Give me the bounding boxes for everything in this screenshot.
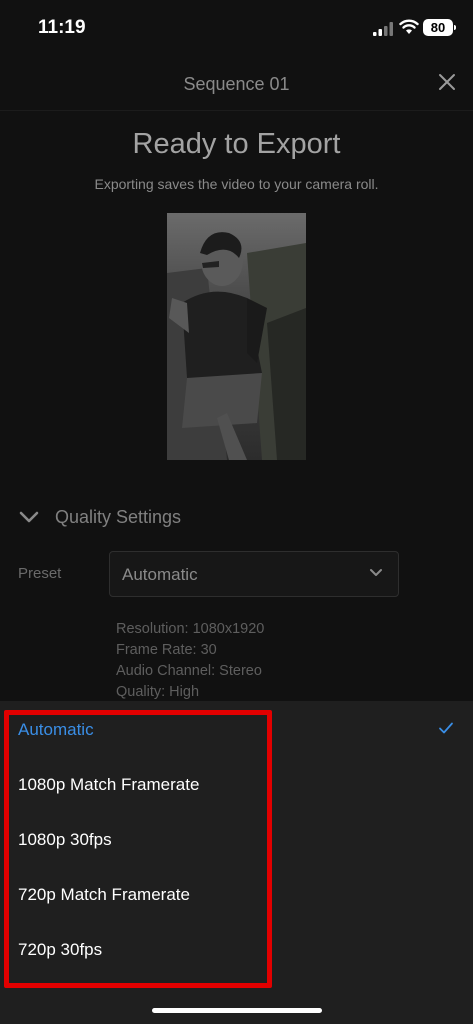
preset-dropdown[interactable]: Automatic — [109, 551, 399, 597]
video-thumbnail — [167, 213, 306, 460]
sequence-title: Sequence 01 — [183, 74, 290, 94]
export-heading: Ready to Export — [132, 128, 341, 160]
info-quality: Quality: High — [116, 684, 200, 700]
info-frame-rate: Frame Rate: 30 — [116, 642, 217, 658]
battery-icon: 80 — [423, 19, 456, 36]
quality-settings-label: Quality Settings — [55, 507, 182, 527]
export-subheading: Exporting saves the video to your camera… — [94, 176, 379, 192]
preset-label: Preset — [18, 565, 62, 582]
status-time: 11:19 — [38, 17, 86, 38]
chevron-down-icon — [19, 511, 39, 523]
status-bar: 11:19 80 — [0, 0, 473, 56]
title-bar: Sequence 01 — [0, 58, 473, 111]
cellular-signal-icon — [373, 22, 393, 36]
chevron-down-icon — [370, 569, 382, 576]
battery-level: 80 — [430, 20, 446, 35]
preset-value: Automatic — [122, 565, 198, 584]
close-icon[interactable] — [436, 71, 458, 93]
info-audio-channel: Audio Channel: Stereo — [116, 663, 262, 679]
checkmark-icon — [439, 722, 453, 734]
info-resolution: Resolution: 1080x1920 — [116, 621, 265, 637]
highlight-box — [4, 710, 272, 988]
home-indicator[interactable] — [152, 1008, 322, 1013]
wifi-icon — [399, 19, 419, 34]
